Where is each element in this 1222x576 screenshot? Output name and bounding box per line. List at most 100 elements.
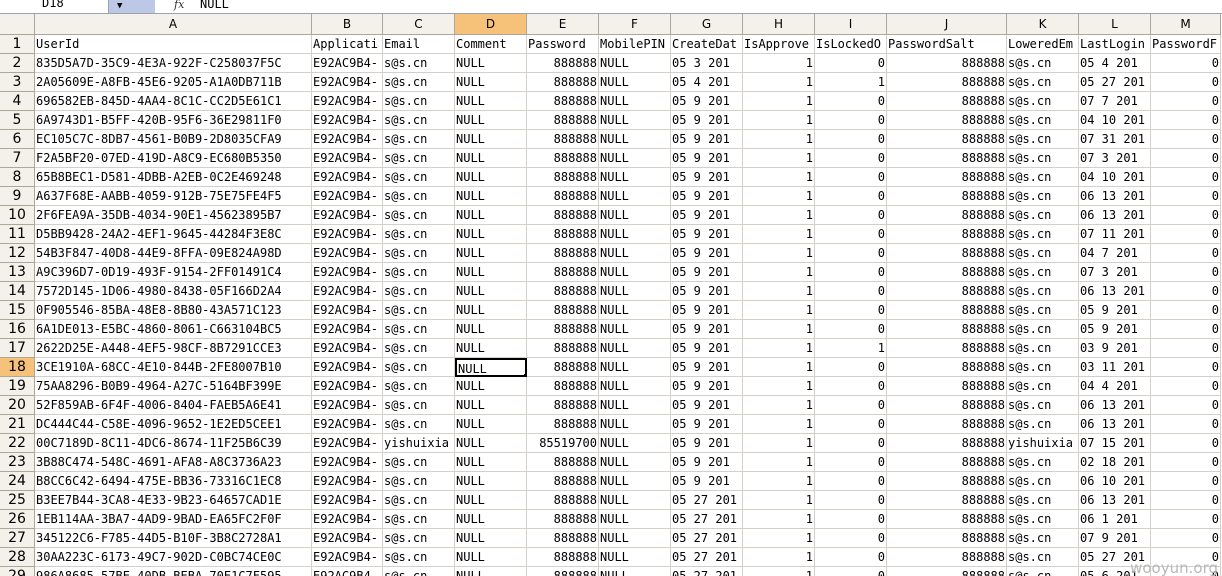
data-cell[interactable]: NULL	[455, 434, 527, 453]
data-cell[interactable]: 888888	[527, 282, 599, 301]
data-cell[interactable]: E92AC9B4-	[312, 377, 383, 396]
data-cell[interactable]: s@s.cn	[1007, 206, 1079, 225]
data-cell[interactable]: 0	[1151, 301, 1221, 320]
data-cell[interactable]: 1	[743, 149, 815, 168]
data-cell[interactable]: 05 27 201	[671, 548, 743, 567]
data-cell[interactable]: 888888	[887, 510, 1007, 529]
row-header-18[interactable]: 18	[0, 358, 35, 377]
data-cell[interactable]: 1	[743, 434, 815, 453]
data-cell[interactable]: 0	[815, 453, 887, 472]
data-cell[interactable]: NULL	[455, 244, 527, 263]
data-cell[interactable]: E92AC9B4-	[312, 130, 383, 149]
row-header-17[interactable]: 17	[0, 339, 35, 358]
data-cell[interactable]: 05 27 201	[1079, 73, 1151, 92]
data-cell[interactable]: 0	[1151, 453, 1221, 472]
header-cell[interactable]: PasswordF	[1151, 35, 1221, 54]
data-cell[interactable]: 52F859AB-6F4F-4006-8404-FAEB5A6E41	[35, 396, 312, 415]
data-cell[interactable]: 2A05609E-A8FB-45E6-9205-A1A0DB711B	[35, 73, 312, 92]
data-cell[interactable]: 0	[815, 510, 887, 529]
data-cell[interactable]: s@s.cn	[1007, 358, 1079, 377]
data-cell[interactable]: A637F68E-AABB-4059-912B-75E75FE4F5	[35, 187, 312, 206]
data-cell[interactable]: 06 13 201	[1079, 187, 1151, 206]
data-cell[interactable]: 05 9 201	[671, 396, 743, 415]
data-cell[interactable]: NULL	[599, 339, 671, 358]
data-cell[interactable]: E92AC9B4-	[312, 168, 383, 187]
data-cell[interactable]: 888888	[887, 453, 1007, 472]
data-cell[interactable]: E92AC9B4-	[312, 396, 383, 415]
data-cell[interactable]: 05 9 201	[671, 263, 743, 282]
data-cell[interactable]: s@s.cn	[1007, 263, 1079, 282]
header-cell[interactable]: LastLogin	[1079, 35, 1151, 54]
data-cell[interactable]: NULL	[455, 548, 527, 567]
header-cell[interactable]: LoweredEm	[1007, 35, 1079, 54]
data-cell[interactable]: 888888	[887, 529, 1007, 548]
data-cell[interactable]: 888888	[527, 339, 599, 358]
data-cell[interactable]: NULL	[599, 434, 671, 453]
data-cell[interactable]: 888888	[527, 529, 599, 548]
data-cell[interactable]: NULL	[599, 54, 671, 73]
data-cell[interactable]: 05 9 201	[671, 415, 743, 434]
data-cell[interactable]: NULL	[599, 358, 671, 377]
row-header-9[interactable]: 9	[0, 187, 35, 206]
data-cell[interactable]: s@s.cn	[1007, 320, 1079, 339]
data-cell[interactable]: 0	[1151, 472, 1221, 491]
data-cell[interactable]: 888888	[527, 548, 599, 567]
data-cell[interactable]: 0	[815, 244, 887, 263]
data-cell[interactable]: NULL	[455, 92, 527, 111]
data-cell[interactable]: 54B3F847-40D8-44E9-8FFA-09E824A98D	[35, 244, 312, 263]
data-cell[interactable]: 888888	[887, 73, 1007, 92]
data-cell[interactable]: 0	[1151, 491, 1221, 510]
column-header-c[interactable]: C	[383, 14, 455, 35]
data-cell[interactable]: NULL	[455, 491, 527, 510]
data-cell[interactable]: 07 11 201	[1079, 225, 1151, 244]
data-cell[interactable]: NULL	[599, 282, 671, 301]
data-cell[interactable]: 05 9 201	[671, 244, 743, 263]
data-cell[interactable]: yishuixia	[383, 434, 455, 453]
data-cell[interactable]: E92AC9B4-	[312, 54, 383, 73]
data-cell[interactable]: NULL	[599, 529, 671, 548]
data-cell[interactable]: 3CE1910A-68CC-4E10-844B-2FE8007B10	[35, 358, 312, 377]
data-cell[interactable]: 2F6FEA9A-35DB-4034-90E1-45623895B7	[35, 206, 312, 225]
data-cell[interactable]: 888888	[887, 396, 1007, 415]
data-cell[interactable]: s@s.cn	[383, 111, 455, 130]
data-cell[interactable]: B8CC6C42-6494-475E-BB36-73316C1EC8	[35, 472, 312, 491]
data-cell[interactable]: 888888	[527, 263, 599, 282]
data-cell[interactable]: 05 9 201	[671, 377, 743, 396]
data-cell[interactable]: s@s.cn	[383, 168, 455, 187]
data-cell[interactable]: 1	[743, 244, 815, 263]
data-cell[interactable]: 888888	[887, 92, 1007, 111]
data-cell[interactable]: 7572D145-1D06-4980-8438-05F166D2A4	[35, 282, 312, 301]
data-cell[interactable]: NULL	[599, 377, 671, 396]
data-cell[interactable]: 05 9 201	[671, 187, 743, 206]
data-cell[interactable]: NULL	[599, 453, 671, 472]
data-cell[interactable]: s@s.cn	[383, 472, 455, 491]
select-all-corner[interactable]	[0, 14, 35, 35]
data-cell[interactable]: 888888	[527, 92, 599, 111]
data-cell[interactable]: 0	[815, 301, 887, 320]
header-cell[interactable]: IsApprove	[743, 35, 815, 54]
data-cell[interactable]: 0	[815, 529, 887, 548]
header-cell[interactable]: PasswordSalt	[887, 35, 1007, 54]
data-cell[interactable]: NULL	[455, 149, 527, 168]
data-cell[interactable]: 0	[1151, 111, 1221, 130]
data-cell[interactable]: s@s.cn	[1007, 111, 1079, 130]
data-cell[interactable]: E92AC9B4-	[312, 453, 383, 472]
row-header-8[interactable]: 8	[0, 168, 35, 187]
data-cell[interactable]: 888888	[887, 54, 1007, 73]
data-cell[interactable]: E92AC9B4-	[312, 434, 383, 453]
data-cell[interactable]: 05 9 201	[671, 320, 743, 339]
data-cell[interactable]: NULL	[599, 510, 671, 529]
data-cell[interactable]: 0	[815, 415, 887, 434]
row-header-12[interactable]: 12	[0, 244, 35, 263]
data-cell[interactable]: E92AC9B4-	[312, 320, 383, 339]
row-header-15[interactable]: 15	[0, 301, 35, 320]
data-cell[interactable]: 0	[1151, 187, 1221, 206]
data-cell[interactable]: 1	[743, 168, 815, 187]
header-cell[interactable]: CreateDat	[671, 35, 743, 54]
data-cell[interactable]: E92AC9B4-	[312, 282, 383, 301]
data-cell[interactable]: 0	[815, 548, 887, 567]
data-cell[interactable]: 0	[1151, 54, 1221, 73]
data-cell[interactable]: NULL	[455, 567, 527, 576]
data-cell[interactable]: NULL	[455, 168, 527, 187]
data-cell[interactable]: 07 3 201	[1079, 149, 1151, 168]
